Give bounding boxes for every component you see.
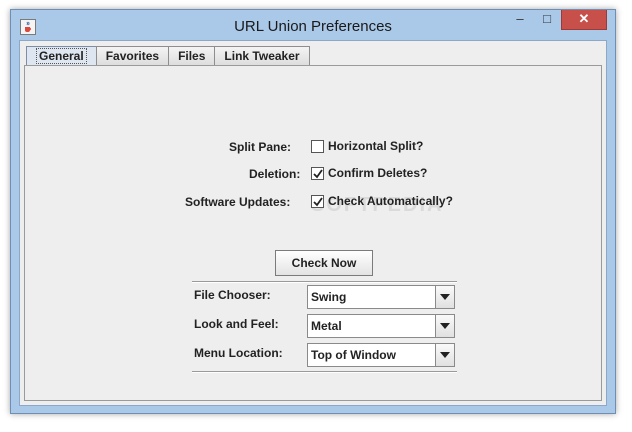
- title-bar[interactable]: URL Union Preferences – □ ✕: [11, 10, 615, 44]
- file-chooser-combo[interactable]: Swing: [307, 285, 455, 309]
- tab-bar: General Favorites Files Link Tweaker: [26, 46, 310, 66]
- check-now-button[interactable]: Check Now: [275, 250, 373, 276]
- triangle-down-icon: [440, 323, 450, 329]
- file-chooser-value: Swing: [311, 290, 347, 304]
- checkmark-icon: [313, 168, 323, 178]
- maximize-button[interactable]: □: [534, 10, 560, 30]
- file-chooser-label: File Chooser:: [194, 288, 271, 302]
- look-and-feel-label: Look and Feel:: [194, 317, 279, 331]
- bottom-separator: [192, 371, 457, 373]
- tab-favorites[interactable]: Favorites: [95, 46, 170, 66]
- menu-location-value: Top of Window: [311, 348, 396, 362]
- confirm-deletes-checkbox-row[interactable]: Confirm Deletes?: [311, 166, 427, 180]
- horizontal-split-checkbox-row[interactable]: Horizontal Split?: [311, 139, 423, 153]
- file-chooser-dropdown-button[interactable]: [435, 286, 454, 308]
- checkmark-icon: [313, 196, 323, 206]
- tab-general[interactable]: General: [26, 46, 97, 66]
- tab-general-label: General: [36, 48, 87, 64]
- confirm-deletes-checkbox[interactable]: [311, 166, 324, 180]
- confirm-deletes-label[interactable]: Confirm Deletes?: [328, 166, 427, 180]
- check-automatically-checkbox-row[interactable]: Check Automatically?: [311, 194, 453, 208]
- general-panel: SOFTPEDIA Split Pane: Horizontal Split? …: [24, 65, 602, 401]
- deletion-label: Deletion:: [249, 167, 301, 181]
- look-and-feel-value: Metal: [311, 319, 342, 333]
- split-pane-label: Split Pane:: [229, 140, 292, 154]
- minimize-button[interactable]: –: [507, 10, 533, 30]
- horizontal-split-checkbox[interactable]: [311, 139, 324, 153]
- preferences-window: URL Union Preferences – □ ✕ General Favo…: [10, 9, 616, 414]
- tab-files[interactable]: Files: [168, 46, 216, 66]
- menu-location-dropdown-button[interactable]: [435, 344, 454, 366]
- tab-link-tweaker[interactable]: Link Tweaker: [214, 46, 310, 66]
- software-updates-label: Software Updates:: [185, 195, 291, 209]
- menu-location-combo[interactable]: Top of Window: [307, 343, 455, 367]
- triangle-down-icon: [440, 352, 450, 358]
- look-and-feel-dropdown-button[interactable]: [435, 315, 454, 337]
- check-automatically-checkbox[interactable]: [311, 194, 324, 208]
- window-client-area: General Favorites Files Link Tweaker SOF…: [19, 40, 607, 406]
- triangle-down-icon: [440, 294, 450, 300]
- horizontal-split-label[interactable]: Horizontal Split?: [328, 139, 423, 153]
- look-and-feel-combo[interactable]: Metal: [307, 314, 455, 338]
- check-automatically-label[interactable]: Check Automatically?: [328, 194, 453, 208]
- close-button[interactable]: ✕: [561, 10, 607, 30]
- top-separator: [192, 281, 457, 283]
- menu-location-label: Menu Location:: [194, 346, 283, 360]
